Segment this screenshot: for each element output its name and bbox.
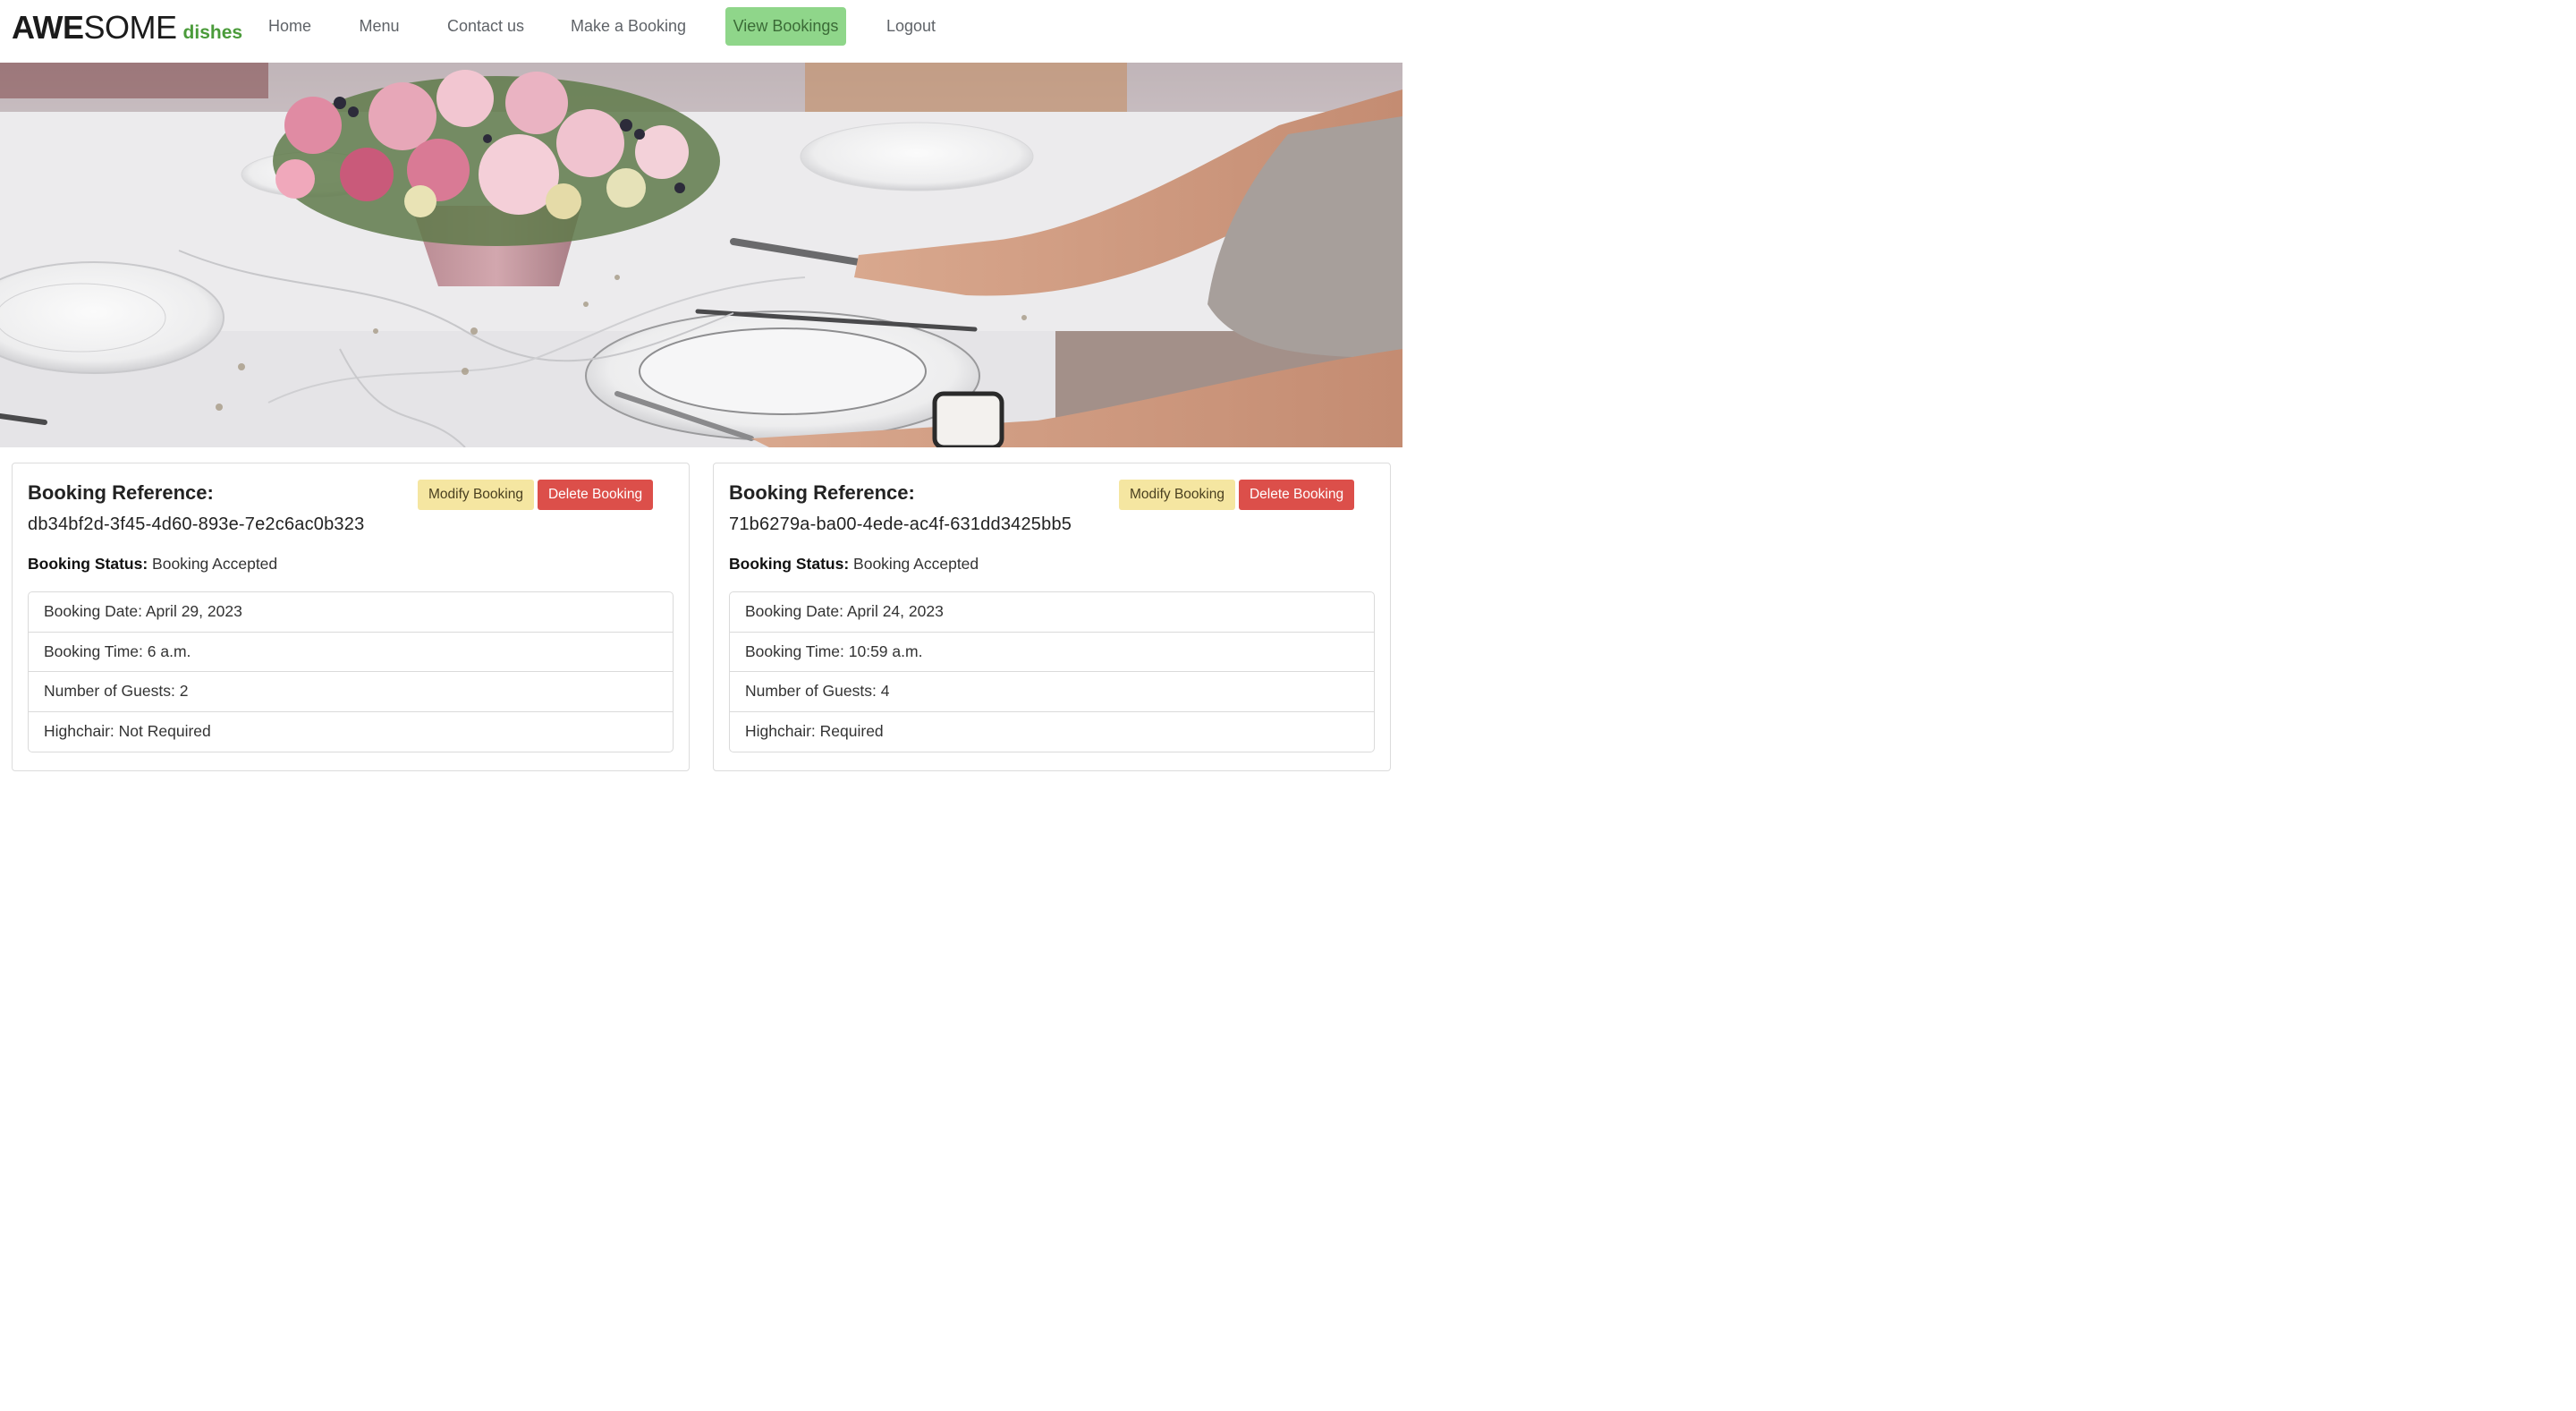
nav-contact-us[interactable]: Contact us (437, 7, 534, 46)
booking-status: Booking Status: Booking Accepted (729, 555, 979, 574)
booking-status-value: Booking Accepted (853, 555, 979, 573)
booking-date: Booking Date: April 24, 2023 (730, 592, 1374, 633)
nav-view-bookings[interactable]: View Bookings (725, 7, 846, 46)
nav-home[interactable]: Home (258, 7, 322, 46)
hero-table-illustration (0, 63, 1402, 447)
booking-details-list: Booking Date: April 24, 2023 Booking Tim… (729, 591, 1375, 752)
nav-logout[interactable]: Logout (876, 7, 946, 46)
modify-booking-button[interactable]: Modify Booking (418, 480, 534, 510)
highchair: Highchair: Required (745, 722, 884, 741)
hero-image (0, 63, 1402, 447)
nav-make-a-booking[interactable]: Make a Booking (561, 7, 696, 46)
booking-details-list: Booking Date: April 29, 2023 Booking Tim… (28, 591, 674, 752)
booking-reference-value: 71b6279a-ba00-4ede-ac4f-631dd3425bb5 (729, 514, 1072, 534)
booking-status-value: Booking Accepted (152, 555, 278, 573)
booking-time: Booking Time: 10:59 a.m. (730, 633, 1374, 672)
booking-card: Booking Reference: Modify Booking Delete… (713, 463, 1391, 771)
brand-tagline: dishes (182, 22, 243, 43)
number-of-guests: Number of Guests: 4 (730, 672, 1374, 712)
delete-booking-button[interactable]: Delete Booking (538, 480, 653, 510)
booking-status: Booking Status: Booking Accepted (28, 555, 277, 574)
nav-menu[interactable]: Menu (349, 7, 410, 46)
booking-card: Booking Reference: Modify Booking Delete… (12, 463, 690, 771)
booking-reference-label: Booking Reference: (28, 481, 214, 504)
delete-booking-button[interactable]: Delete Booking (1239, 480, 1354, 510)
booking-date: Booking Date: April 29, 2023 (29, 592, 673, 633)
booking-status-label: Booking Status: (729, 555, 850, 573)
booking-status-label: Booking Status: (28, 555, 148, 573)
highchair: Highchair: Not Required (44, 722, 211, 741)
booking-reference-value: db34bf2d-3f45-4d60-893e-7e2c6ac0b323 (28, 514, 365, 534)
booking-time: Booking Time: 6 a.m. (29, 633, 673, 672)
brand-logo[interactable]: AWESOME dishes (12, 9, 242, 47)
brand-wordmark: AWESOME (12, 9, 177, 46)
navbar: AWESOME dishes Home Menu Contact us Make… (0, 0, 1402, 63)
modify-booking-button[interactable]: Modify Booking (1119, 480, 1235, 510)
booking-reference-label: Booking Reference: (729, 481, 915, 504)
number-of-guests: Number of Guests: 2 (29, 672, 673, 712)
